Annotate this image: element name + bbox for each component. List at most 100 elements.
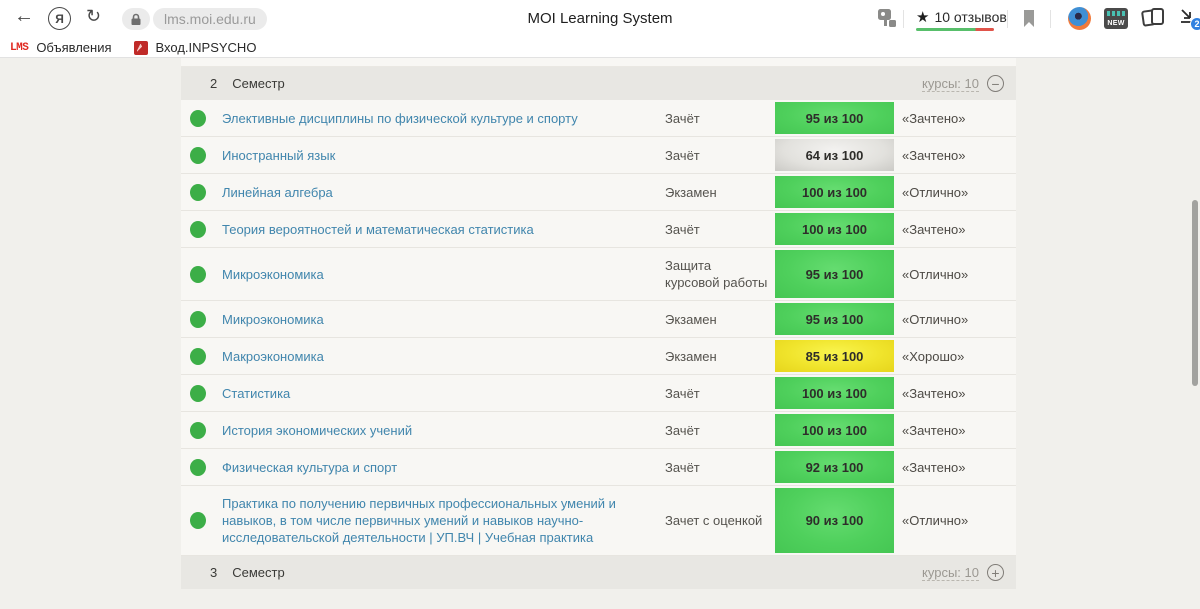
lms-favicon: LMS bbox=[10, 42, 28, 54]
course-link[interactable]: Физическая культура и спорт bbox=[222, 450, 665, 485]
table-row[interactable]: Физическая культура и спорт Зачёт 92 из … bbox=[181, 449, 1016, 486]
table-row[interactable]: Линейная алгебра Экзамен 100 из 100 «Отл… bbox=[181, 174, 1016, 211]
status-bullet-cell bbox=[181, 375, 222, 411]
table-row[interactable]: Теория вероятностей и математическая ста… bbox=[181, 211, 1016, 248]
score-cell-wrap: 64 из 100 bbox=[775, 137, 894, 173]
table-row[interactable]: Микроэкономика Экзамен 95 из 100 «Отличн… bbox=[181, 301, 1016, 338]
semester-3-header: 3 Семестр курсы: 10 + bbox=[181, 556, 1016, 589]
rating-bar bbox=[916, 28, 994, 31]
reviews-rating[interactable]: ★ 10 отзывов bbox=[916, 8, 1007, 26]
grade-label: «Зачтено» bbox=[894, 414, 1016, 447]
status-bullet-cell bbox=[181, 301, 222, 337]
assessment-type: Защита курсовой работы bbox=[665, 248, 775, 300]
score-cell-wrap: 100 из 100 bbox=[775, 174, 894, 210]
grade-label: «Зачтено» bbox=[894, 377, 1016, 410]
protect-key-icon[interactable] bbox=[878, 9, 899, 28]
score-badge: 100 из 100 bbox=[775, 176, 894, 208]
score-badge: 92 из 100 bbox=[775, 451, 894, 483]
assessment-type: Экзамен bbox=[665, 302, 775, 337]
assessment-type: Зачёт bbox=[665, 376, 775, 411]
bookmark-item-announcements[interactable]: LMS Объявления bbox=[0, 40, 112, 55]
expand-semester-icon[interactable]: + bbox=[987, 564, 1004, 581]
score-cell-wrap: 90 из 100 bbox=[775, 486, 894, 555]
table-row[interactable]: История экономических учений Зачёт 100 и… bbox=[181, 412, 1016, 449]
status-bullet-cell bbox=[181, 174, 222, 210]
tab-title[interactable]: MOI Learning System bbox=[0, 10, 1200, 27]
score-cell-wrap: 95 из 100 bbox=[775, 100, 894, 136]
collapse-semester-icon[interactable]: − bbox=[987, 75, 1004, 92]
score-badge: 100 из 100 bbox=[775, 377, 894, 409]
collections-icon[interactable] bbox=[1142, 8, 1166, 28]
reviews-count-label: 10 отзывов bbox=[934, 9, 1006, 25]
semester-number: 2 bbox=[210, 76, 217, 91]
table-row[interactable]: Элективные дисциплины по физической куль… bbox=[181, 100, 1016, 137]
score-badge: 95 из 100 bbox=[775, 102, 894, 134]
toolbar-separator bbox=[903, 10, 904, 28]
courses-count-link[interactable]: курсы: 10 bbox=[922, 76, 979, 92]
course-link[interactable]: Статистика bbox=[222, 376, 665, 411]
green-status-dot bbox=[190, 110, 206, 127]
course-link[interactable]: Микроэкономика bbox=[222, 302, 665, 337]
collections-card-front bbox=[1151, 8, 1164, 25]
score-cell-wrap: 95 из 100 bbox=[775, 248, 894, 300]
status-bullet-cell bbox=[181, 248, 222, 300]
course-link[interactable]: Иностранный язык bbox=[222, 138, 665, 173]
table-row[interactable]: Микроэкономика Защита курсовой работы 95… bbox=[181, 248, 1016, 301]
green-status-dot bbox=[190, 184, 206, 201]
grade-label: «Хорошо» bbox=[894, 340, 1016, 373]
table-row[interactable]: Иностранный язык Зачёт 64 из 100 «Зачтен… bbox=[181, 137, 1016, 174]
grade-label: «Зачтено» bbox=[894, 451, 1016, 484]
courses-count-link[interactable]: курсы: 10 bbox=[922, 565, 979, 581]
status-bullet-cell bbox=[181, 449, 222, 485]
grade-label: «Зачтено» bbox=[894, 213, 1016, 246]
bookmark-label: Вход.INPSYCHO bbox=[156, 40, 257, 55]
whats-new-icon[interactable]: NEW bbox=[1104, 8, 1128, 29]
new-badge-label: NEW bbox=[1107, 20, 1124, 27]
score-cell-wrap: 95 из 100 bbox=[775, 301, 894, 337]
green-status-dot bbox=[190, 147, 206, 164]
bookmark-flag-icon[interactable] bbox=[1022, 9, 1036, 28]
course-link[interactable]: Элективные дисциплины по физической куль… bbox=[222, 101, 665, 136]
new-icon-dashes bbox=[1107, 11, 1125, 16]
grade-label: «Отлично» bbox=[894, 176, 1016, 209]
inpsycho-favicon bbox=[134, 41, 148, 55]
previous-row-edge bbox=[181, 58, 1016, 67]
extension-browser-icon[interactable] bbox=[1068, 7, 1091, 30]
grade-label: «Зачтено» bbox=[894, 139, 1016, 172]
status-bullet-cell bbox=[181, 412, 222, 448]
status-bullet-cell bbox=[181, 137, 222, 173]
score-cell-wrap: 85 из 100 bbox=[775, 338, 894, 374]
star-icon: ★ bbox=[916, 8, 929, 26]
green-status-dot bbox=[190, 512, 206, 529]
score-badge: 64 из 100 bbox=[775, 139, 894, 171]
score-cell-wrap: 100 из 100 bbox=[775, 211, 894, 247]
score-cell-wrap: 100 из 100 bbox=[775, 375, 894, 411]
browser-toolbar: ← Я ↻ lms.moi.edu.ru MOI Learning System… bbox=[0, 0, 1200, 38]
course-link[interactable]: История экономических учений bbox=[222, 413, 665, 448]
score-badge: 95 из 100 bbox=[775, 303, 894, 335]
course-link[interactable]: Макроэкономика bbox=[222, 339, 665, 374]
assessment-type: Экзамен bbox=[665, 339, 775, 374]
course-link[interactable]: Микроэкономика bbox=[222, 257, 665, 292]
status-bullet-cell bbox=[181, 338, 222, 374]
score-badge: 100 из 100 bbox=[775, 414, 894, 446]
bookmark-item-inpsycho[interactable]: Вход.INPSYCHO bbox=[112, 40, 257, 55]
downloads-button[interactable]: 2 bbox=[1178, 7, 1200, 31]
status-bullet-cell bbox=[181, 486, 222, 555]
grades-table: 2 Семестр курсы: 10 − Элективные дисципл… bbox=[181, 58, 1016, 589]
table-row[interactable]: Статистика Зачёт 100 из 100 «Зачтено» bbox=[181, 375, 1016, 412]
green-status-dot bbox=[190, 422, 206, 439]
grade-label: «Зачтено» bbox=[894, 102, 1016, 135]
semester-2-header: 2 Семестр курсы: 10 − bbox=[181, 67, 1016, 100]
semester-label: Семестр bbox=[232, 565, 284, 580]
status-bullet-cell bbox=[181, 100, 222, 136]
score-badge: 85 из 100 bbox=[775, 340, 894, 372]
page-scrollbar[interactable] bbox=[1192, 200, 1198, 386]
score-cell-wrap: 92 из 100 bbox=[775, 449, 894, 485]
course-link[interactable]: Линейная алгебра bbox=[222, 175, 665, 210]
bookmark-label: Объявления bbox=[36, 40, 111, 55]
course-link[interactable]: Практика по получению первичных професси… bbox=[222, 486, 665, 555]
course-link[interactable]: Теория вероятностей и математическая ста… bbox=[222, 212, 665, 247]
table-row[interactable]: Макроэкономика Экзамен 85 из 100 «Хорошо… bbox=[181, 338, 1016, 375]
table-row[interactable]: Практика по получению первичных професси… bbox=[181, 486, 1016, 556]
